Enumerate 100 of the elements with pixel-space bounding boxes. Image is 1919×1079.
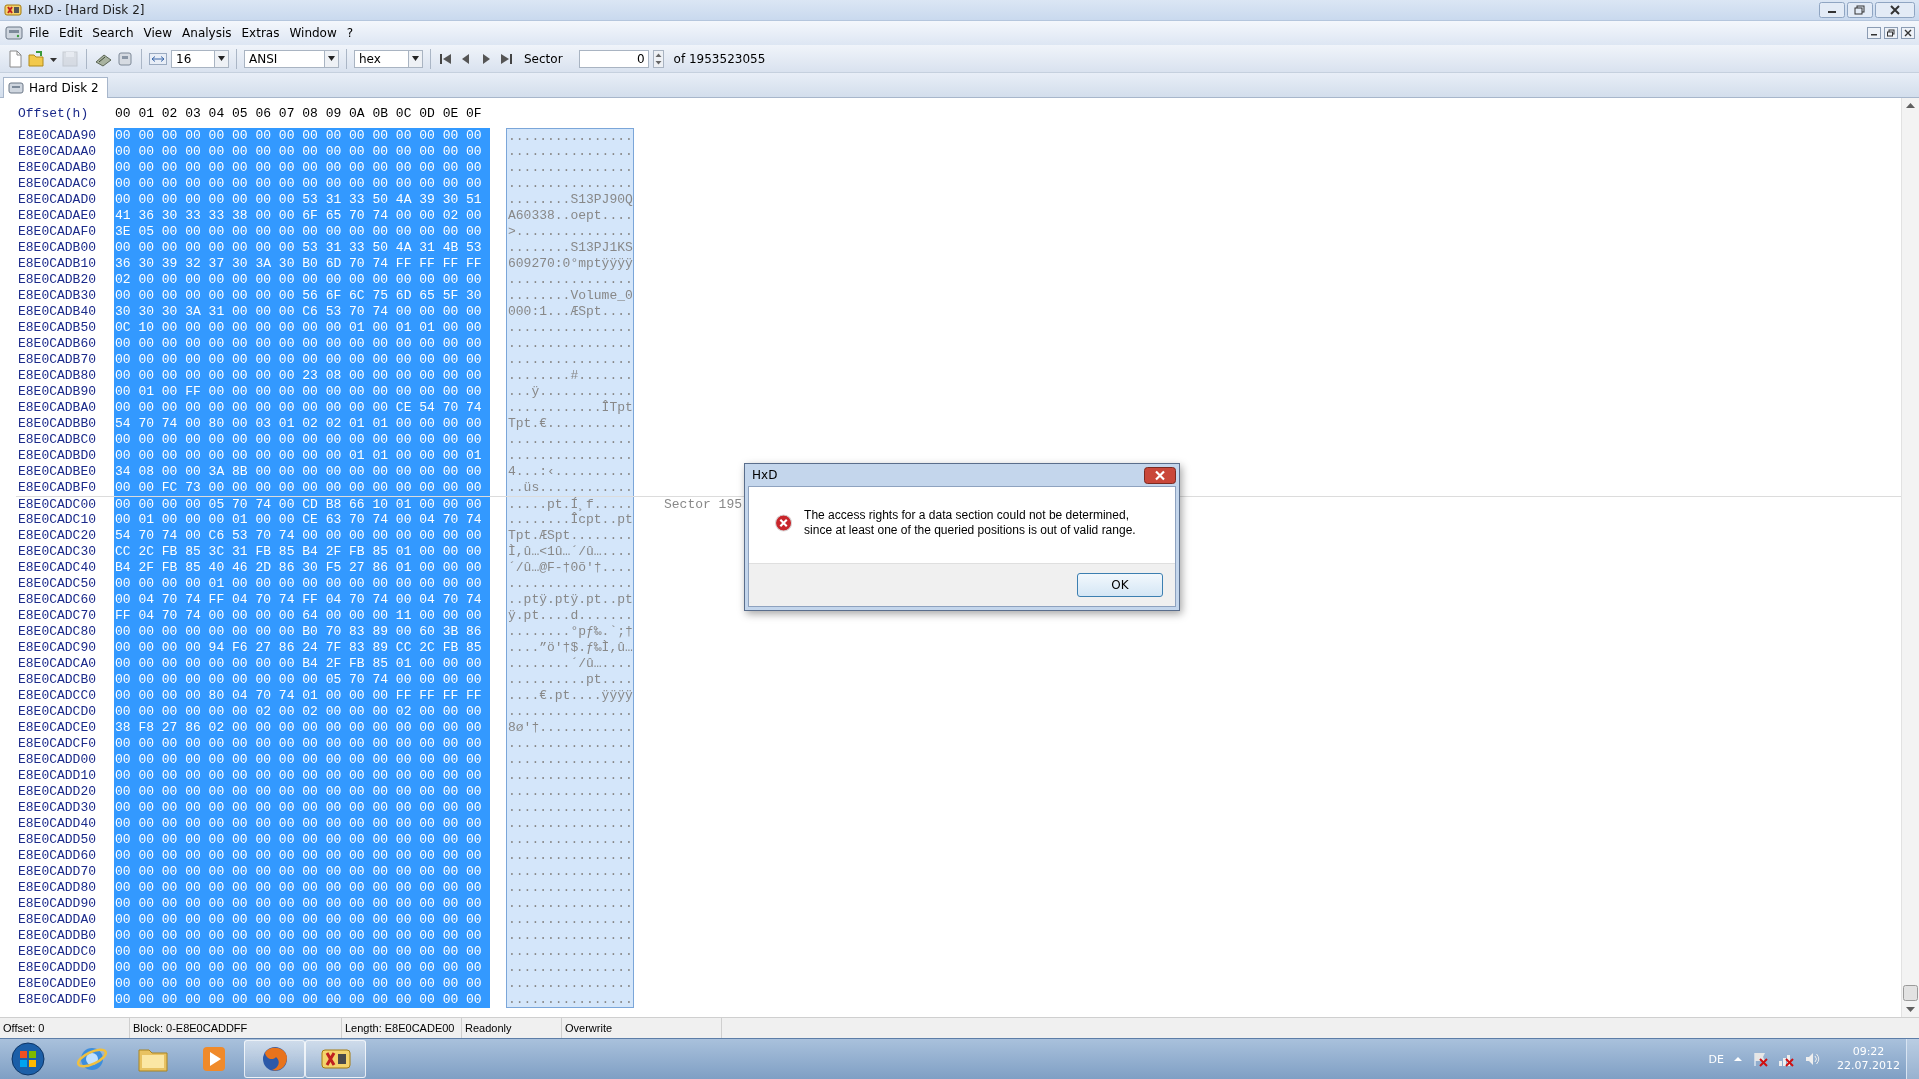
restore-icon[interactable] — [1847, 2, 1873, 18]
offset-label: E8E0CADC30 — [17, 544, 97, 560]
offset-label: E8E0CADDB0 — [17, 928, 97, 944]
hex-bytes: 00 00 FC 73 00 00 00 00 00 00 00 00 00 00 00 00 — [114, 480, 490, 496]
text-bytes: 609270:0°mptÿÿÿÿ — [506, 256, 634, 272]
hex-bytes: 00 00 00 00 00 00 00 00 53 31 33 50 4A 31 4B 53 — [114, 240, 490, 256]
bytes-per-row-dropdown[interactable]: 16 — [171, 49, 229, 68]
text-bytes: ................ — [506, 144, 634, 160]
hex-bytes: 00 00 00 00 00 00 00 00 00 00 00 00 00 00 00 00 — [114, 960, 490, 976]
offset-label: E8E0CADAD0 — [17, 192, 97, 208]
taskbar-button[interactable] — [244, 1040, 305, 1078]
offset-label: E8E0CADCE0 — [17, 720, 97, 736]
text-bytes: ....€.pt....ÿÿÿÿ — [506, 688, 634, 704]
close-icon[interactable] — [1144, 466, 1176, 484]
taskbar-button[interactable] — [305, 1040, 366, 1078]
minimize-icon[interactable] — [1867, 27, 1881, 39]
menu-item[interactable]: Analysis — [177, 24, 237, 42]
disk-drive-icon — [8, 81, 24, 95]
text-bytes: ................ — [506, 784, 634, 800]
text-bytes: ........Îcpt..pt — [506, 512, 634, 528]
menu-item[interactable]: ? — [341, 24, 359, 42]
hex-bytes: 00 00 00 00 00 00 00 00 B4 2F FB 85 01 00 00 00 — [114, 656, 490, 672]
hex-bytes: 00 00 00 00 00 00 00 00 00 00 00 00 00 00 00 00 — [114, 912, 490, 928]
column-heading: Offset(h) — [17, 106, 90, 123]
hex-bytes: 00 04 70 74 FF 04 70 74 FF 04 70 74 00 04 70 74 — [114, 592, 490, 608]
menu-item[interactable]: File — [24, 24, 55, 42]
hex-bytes: FF 04 70 74 00 00 00 00 64 00 00 00 11 00 00 00 — [114, 608, 490, 624]
hex-bytes: 00 00 00 00 00 00 00 00 00 00 00 00 00 00 00 00 — [114, 432, 490, 448]
hex-bytes: 00 00 00 00 00 00 00 00 00 00 00 00 00 00 00 00 — [114, 864, 490, 880]
text-bytes: ................ — [506, 976, 634, 992]
scrollbar-thumb[interactable] — [1903, 985, 1918, 1001]
offset-label: E8E0CADD30 — [17, 800, 97, 816]
hex-bytes: 00 00 00 00 00 00 00 00 00 00 00 00 00 00 00 00 — [114, 784, 490, 800]
restore-icon[interactable] — [1884, 27, 1898, 39]
text-bytes: ................ — [506, 912, 634, 928]
sector-total: of 1953523055 — [673, 51, 766, 66]
document-tab[interactable]: Hard Disk 2 — [3, 77, 108, 98]
offset-label: E8E0CADAB0 — [17, 160, 97, 176]
text-bytes: ........´/û….... — [506, 656, 634, 672]
offset-label: E8E0CADDF0 — [17, 992, 97, 1008]
menu-item[interactable]: Edit — [54, 24, 88, 42]
offset-label: E8E0CADCF0 — [17, 736, 97, 752]
ok-button[interactable]: OK — [1077, 573, 1163, 597]
menu-item[interactable]: View — [138, 24, 178, 42]
offset-label: E8E0CADDA0 — [17, 912, 97, 928]
hex-bytes: 00 00 00 00 00 00 00 00 00 00 00 00 00 00 00 00 — [114, 992, 490, 1008]
caret-icon — [328, 56, 335, 61]
text-bytes: ................ — [506, 704, 634, 720]
offset-label: E8E0CADB20 — [17, 272, 97, 288]
offset-label: E8E0CADB30 — [17, 288, 97, 304]
minimize-icon[interactable] — [1819, 2, 1845, 18]
text-bytes: ÿ.pt....d....... — [506, 608, 634, 624]
spinner-icon[interactable] — [652, 49, 664, 68]
hex-bytes: 00 00 00 00 00 00 00 00 23 08 00 00 00 00 00 00 — [114, 368, 490, 384]
menu-item[interactable]: Window — [284, 24, 342, 42]
offset-label: E8E0CADC70 — [17, 608, 97, 624]
offset-label: E8E0CADD70 — [17, 864, 97, 880]
offset-label: E8E0CADCC0 — [17, 688, 97, 704]
flag-icon[interactable] — [1752, 1051, 1768, 1067]
offset-label: E8E0CADBD0 — [17, 448, 97, 464]
text-bytes: ................ — [506, 336, 634, 352]
text-bytes: ................ — [506, 128, 634, 144]
menu-item[interactable]: Search — [87, 24, 139, 42]
offset-label: E8E0CADC20 — [17, 528, 97, 544]
menu-item[interactable]: Extras — [236, 24, 285, 42]
hex-bytes: 00 00 00 00 00 00 00 00 53 31 33 50 4A 39 30 51 — [114, 192, 490, 208]
close-icon[interactable] — [1901, 27, 1915, 39]
close-icon[interactable] — [1875, 2, 1915, 18]
offset-label: E8E0CADD50 — [17, 832, 97, 848]
hex-bytes: 00 00 00 00 00 00 00 00 00 00 00 00 00 00 00 00 — [114, 976, 490, 992]
offset-label: E8E0CADDC0 — [17, 944, 97, 960]
hex-bytes: 00 00 00 00 00 00 00 00 00 00 00 00 00 00 00 00 — [114, 928, 490, 944]
hex-bytes: 00 00 00 00 00 00 00 00 B0 70 83 89 00 60 3B 86 — [114, 624, 490, 640]
hex-bytes: 02 00 00 00 00 00 00 00 00 00 00 00 00 00 00 00 — [114, 272, 490, 288]
disk-drive-icon[interactable] — [116, 49, 134, 68]
offset-label: E8E0CADD10 — [17, 768, 97, 784]
offset-label: E8E0CADB80 — [17, 368, 97, 384]
sector-marker: Sector 195 — [664, 497, 742, 512]
hex-bytes: 00 00 00 00 00 00 00 00 00 00 00 00 00 00 00 00 — [114, 816, 490, 832]
text-bytes: ................ — [506, 272, 634, 288]
offset-label: E8E0CADAF0 — [17, 224, 97, 240]
offset-label: E8E0CADCD0 — [17, 704, 97, 720]
text-bytes: 8ø'†............ — [506, 720, 634, 736]
hex-bytes: 00 00 00 00 00 00 00 00 00 00 00 00 00 00 00 00 — [114, 336, 490, 352]
text-bytes: Tpt.€........... — [506, 416, 634, 432]
charset-dropdown[interactable]: ANSI — [244, 49, 339, 68]
text-bytes: .....pt.Í¸f..... — [506, 497, 634, 512]
offset-label: E8E0CADC10 — [17, 512, 97, 528]
hex-bytes: CC 2C FB 85 3C 31 FB 85 B4 2F FB 85 01 00 00 00 — [114, 544, 490, 560]
column-headings: 00 01 02 03 04 05 06 07 08 09 0A 0B 0C 0D 0E 0F — [114, 106, 483, 123]
hex-bytes: 36 30 39 32 37 30 3A 30 B0 6D 70 74 FF FF FF FF — [114, 256, 490, 272]
text-bytes: ................ — [506, 832, 634, 848]
start-button[interactable] — [10, 1042, 45, 1076]
hex-bytes: 00 00 00 00 00 00 00 00 00 00 00 00 00 00 00 00 — [114, 848, 490, 864]
text-bytes: ................ — [506, 848, 634, 864]
column-width-icon — [149, 51, 167, 66]
text-bytes: ................ — [506, 928, 634, 944]
number-base-dropdown[interactable]: hex — [354, 49, 423, 68]
sector-field[interactable]: 0 — [578, 49, 649, 68]
offset-label: E8E0CADC50 — [17, 576, 97, 592]
